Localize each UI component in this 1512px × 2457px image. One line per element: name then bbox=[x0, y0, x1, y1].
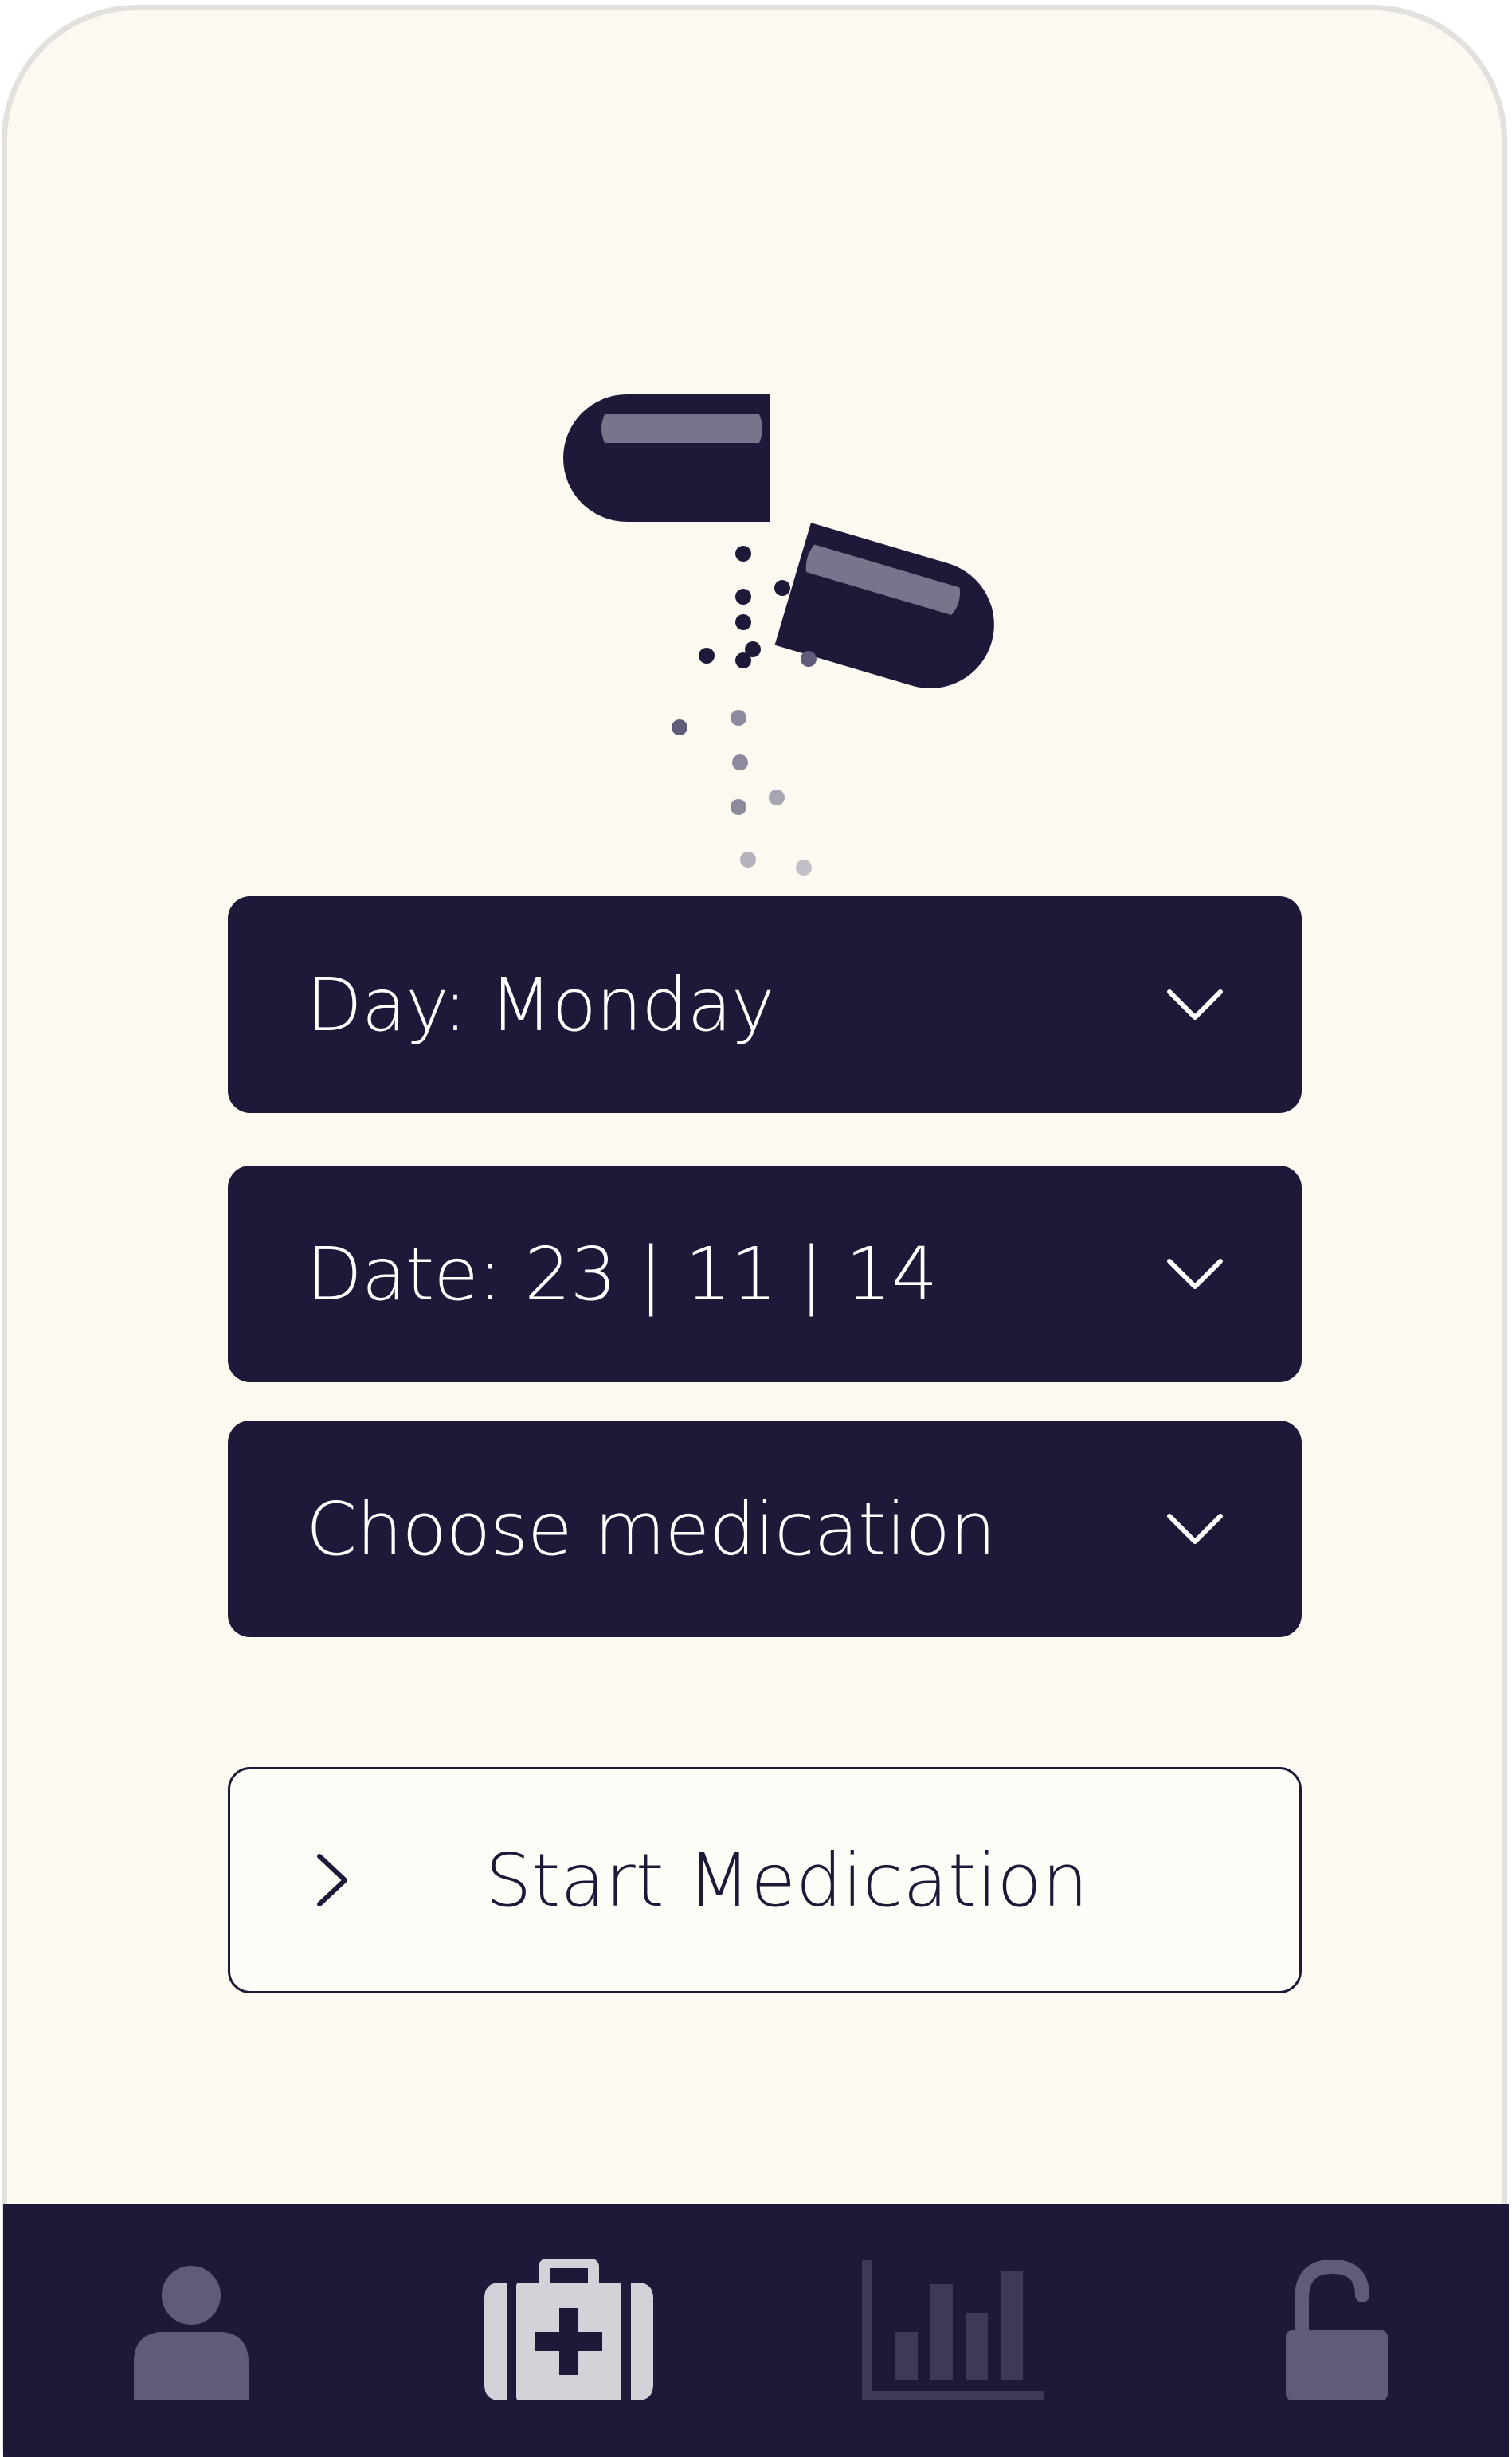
tab-statistics[interactable] bbox=[832, 2204, 1071, 2457]
unlock-icon bbox=[1286, 2260, 1388, 2400]
chevron-right-icon bbox=[317, 1854, 347, 1906]
tab-profile[interactable] bbox=[72, 2204, 311, 2457]
bottom-tab-bar bbox=[3, 2204, 1509, 2457]
bar-chart-icon bbox=[862, 2260, 1044, 2400]
start-medication-button[interactable]: Start Medication bbox=[228, 1767, 1302, 1993]
tab-logout[interactable] bbox=[1217, 2204, 1456, 2457]
start-medication-label: Start Medication bbox=[485, 1837, 1089, 1923]
date-select[interactable]: Date: 23 | 11 | 14 bbox=[228, 1166, 1302, 1382]
capsule-illustration-icon bbox=[563, 394, 994, 876]
day-select[interactable]: Day: Monday bbox=[228, 896, 1302, 1113]
date-select-label: Date: 23 | 11 | 14 bbox=[306, 1231, 938, 1317]
day-select-label: Day: Monday bbox=[306, 962, 774, 1048]
chevron-down-icon bbox=[1167, 989, 1223, 1020]
chevron-down-icon bbox=[1167, 1514, 1223, 1544]
chevron-down-icon bbox=[1167, 1259, 1223, 1289]
medical-kit-icon bbox=[484, 2259, 653, 2400]
user-icon bbox=[134, 2259, 249, 2400]
medication-select-label: Choose medication bbox=[306, 1486, 996, 1572]
app-screen: Day: Monday Date: 23 | 11 | 14 Choose me… bbox=[2, 5, 1507, 2454]
medication-select[interactable]: Choose medication bbox=[228, 1421, 1302, 1637]
tab-medication[interactable] bbox=[449, 2204, 688, 2457]
